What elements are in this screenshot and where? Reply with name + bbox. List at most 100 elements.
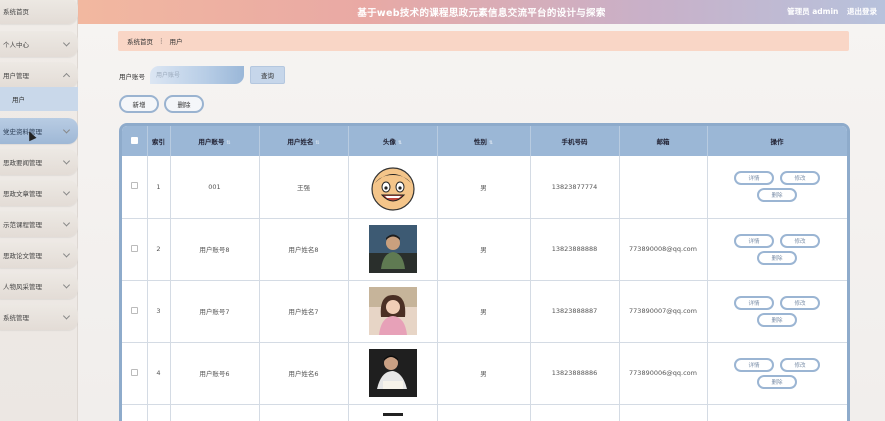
cell-index: 2 xyxy=(147,218,171,281)
admin-label: 管理员 admin xyxy=(787,7,839,16)
chevron-down-icon xyxy=(62,250,71,258)
breadcrumb-separator-icon: ⋮ xyxy=(158,37,165,45)
chevron-down-icon xyxy=(62,219,71,227)
row-checkbox[interactable] xyxy=(130,368,138,376)
cell-phone: 13823877774 xyxy=(530,156,620,219)
cell-name: 用户姓名8 xyxy=(259,218,349,281)
avatar-photo-image xyxy=(382,412,403,416)
delete-button[interactable]: 删除 xyxy=(164,95,204,113)
cell-name: 王强 xyxy=(259,156,349,219)
select-all-checkbox[interactable] xyxy=(130,136,138,144)
row-checkbox-cell[interactable] xyxy=(122,218,148,281)
row-delete-button[interactable]: 删除 xyxy=(757,374,797,389)
cell-email: 773890008@qq.com xyxy=(619,218,708,281)
cell-gender: 男 xyxy=(437,342,531,405)
add-button[interactable]: 新增 xyxy=(119,95,159,113)
cell-phone: 13823888887 xyxy=(530,280,620,343)
top-header: 基于web技术的课程思政元素信息交流平台的设计与探索 管理员 admin 退出登… xyxy=(78,0,885,24)
sidebar-subitem-users[interactable]: 用户 xyxy=(0,87,78,111)
sidebar-item-label: 个人中心 xyxy=(3,41,29,49)
sidebar-item-user-management[interactable]: 用户管理 xyxy=(0,62,78,88)
sidebar-item-system[interactable]: 系统管理 xyxy=(0,304,78,330)
cell-gender: 男 xyxy=(437,218,531,281)
sort-icon[interactable]: ⇅ xyxy=(226,140,230,146)
edit-button[interactable]: 修改 xyxy=(780,295,820,310)
detail-button[interactable]: 详情 xyxy=(734,357,774,372)
chevron-down-icon xyxy=(62,157,71,165)
row-checkbox-cell[interactable] xyxy=(122,342,148,405)
search-label: 用户账号 xyxy=(119,73,145,81)
cell-gender xyxy=(437,404,531,421)
sidebar-item-personal-center[interactable]: 个人中心 xyxy=(0,31,78,57)
logout-link[interactable]: 退出登录 xyxy=(847,7,877,16)
cell-operations: 详情 修改 删除 xyxy=(707,156,847,219)
sidebar-item-figures[interactable]: 人物风采管理 xyxy=(0,273,78,299)
column-header[interactable]: 性别 ⇅ xyxy=(437,126,531,156)
sort-icon[interactable]: ⇅ xyxy=(398,140,402,146)
sidebar-item-label: 思政论文管理 xyxy=(3,252,42,260)
cell-gender: 男 xyxy=(437,280,531,343)
edit-button[interactable]: 修改 xyxy=(780,171,820,186)
sort-icon[interactable]: ⇅ xyxy=(489,140,493,146)
cell-operations: 详情 修改 删除 xyxy=(707,342,847,405)
table-row xyxy=(122,404,847,421)
cell-operations: 详情 修改 删除 xyxy=(707,218,847,281)
sidebar-item-label: 人物风采管理 xyxy=(3,283,42,291)
app-title: 基于web技术的课程思政元素信息交流平台的设计与探索 xyxy=(357,8,606,19)
column-header[interactable]: 用户账号 ⇅ xyxy=(170,126,260,156)
row-delete-button[interactable]: 删除 xyxy=(757,250,797,265)
detail-button[interactable]: 详情 xyxy=(734,295,774,310)
column-header: 索引 xyxy=(147,126,171,156)
row-checkbox-cell[interactable] xyxy=(122,404,148,421)
row-delete-button[interactable]: 删除 xyxy=(757,188,797,203)
cell-email xyxy=(619,156,708,219)
detail-button[interactable]: 详情 xyxy=(734,233,774,248)
query-button[interactable]: 查询 xyxy=(250,66,285,84)
sidebar-item-label: 示范课程管理 xyxy=(3,221,42,229)
cell-avatar xyxy=(348,218,438,281)
detail-button[interactable]: 详情 xyxy=(734,171,774,186)
sidebar-item-home[interactable]: 系统首页 xyxy=(0,0,78,24)
row-checkbox-cell[interactable] xyxy=(122,156,148,219)
row-checkbox[interactable] xyxy=(130,306,138,314)
cell-phone xyxy=(530,404,620,421)
cell-operations xyxy=(707,404,847,421)
cell-index: 1 xyxy=(147,156,171,219)
sort-icon[interactable]: ⇅ xyxy=(315,140,319,146)
cell-avatar xyxy=(348,156,438,219)
search-input[interactable] xyxy=(150,66,244,84)
row-delete-button[interactable]: 删除 xyxy=(757,312,797,327)
table-row: 1 001 王强 男 13823877774 详情 修改 删除 xyxy=(122,156,847,219)
row-checkbox[interactable] xyxy=(130,244,138,252)
breadcrumb: 系统首页 ⋮ 用户 xyxy=(118,31,849,51)
select-all-cell[interactable] xyxy=(122,126,148,156)
row-checkbox-cell[interactable] xyxy=(122,280,148,343)
sidebar-item-papers[interactable]: 思政论文管理 xyxy=(0,242,78,268)
sidebar-item-news[interactable]: 思政要闻管理 xyxy=(0,149,78,175)
sidebar-item-courses[interactable]: 示范课程管理 xyxy=(0,211,78,237)
column-header[interactable]: 头像 ⇅ xyxy=(348,126,438,156)
column-header[interactable]: 用户姓名 ⇅ xyxy=(259,126,349,156)
table-row: 4 用户账号6 用户姓名6 男 13823888886 773890006@qq… xyxy=(122,342,847,405)
cell-index xyxy=(147,404,171,421)
sidebar: 系统首页 个人中心 用户管理 用户 党史资料管理 思政要闻管理 思政文章管理 示… xyxy=(0,0,78,421)
chevron-up-icon xyxy=(62,72,71,81)
sidebar-item-label: 系统首页 xyxy=(3,8,29,16)
breadcrumb-home[interactable]: 系统首页 xyxy=(127,36,153,46)
edit-button[interactable]: 修改 xyxy=(780,357,820,372)
sidebar-item-label: 系统管理 xyxy=(3,314,29,322)
user-area: 管理员 admin 退出登录 xyxy=(781,6,877,17)
sidebar-item-articles[interactable]: 思政文章管理 xyxy=(0,180,78,206)
sidebar-item-label: 用户管理 xyxy=(3,72,29,80)
chevron-down-icon xyxy=(62,312,71,320)
edit-button[interactable]: 修改 xyxy=(780,233,820,248)
cell-email xyxy=(619,404,708,421)
breadcrumb-current: 用户 xyxy=(169,38,183,46)
row-checkbox[interactable] xyxy=(130,182,138,190)
user-table: 索引 用户账号 ⇅ 用户姓名 ⇅ 头像 ⇅ 性别 ⇅ 手机号码 邮箱 操作 1 001 … xyxy=(119,123,850,421)
cell-operations: 详情 修改 删除 xyxy=(707,280,847,343)
table-header-row: 索引 用户账号 ⇅ 用户姓名 ⇅ 头像 ⇅ 性别 ⇅ 手机号码 邮箱 操作 xyxy=(122,126,847,156)
sidebar-subitem-label: 用户 xyxy=(12,96,25,104)
sidebar-item-party-history[interactable]: 党史资料管理 xyxy=(0,118,78,144)
column-header: 手机号码 xyxy=(530,126,620,156)
